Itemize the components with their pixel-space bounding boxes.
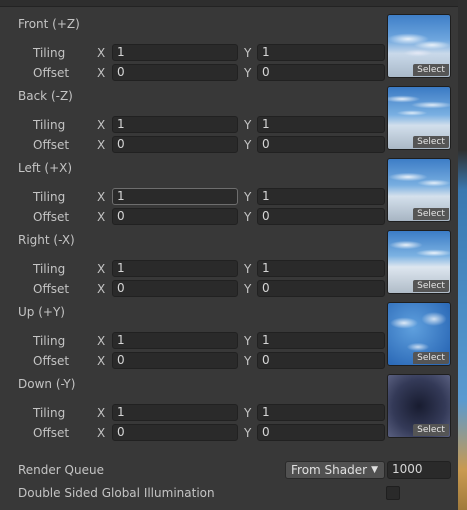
texture-thumbnail[interactable]: Select	[387, 302, 451, 366]
offset-y-field[interactable]: 0	[257, 136, 385, 153]
offset-y-field[interactable]: 0	[257, 280, 385, 297]
tiling-x-axis-label: X	[97, 190, 106, 204]
face-title: Right (-X)	[18, 233, 75, 247]
render-queue-value-field[interactable]: 1000	[387, 461, 451, 479]
tiling-x-field[interactable]: 1	[112, 188, 238, 205]
select-texture-button[interactable]: Select	[413, 208, 449, 220]
tiling-y-field[interactable]: 1	[257, 44, 385, 61]
tiling-y-field[interactable]: 1	[257, 332, 385, 349]
tiling-x-axis-label: X	[97, 118, 106, 132]
material-inspector-panel: Front (+Z) Tiling X 1 Y 1 Offset X 0 Y 0…	[0, 0, 458, 510]
offset-x-axis-label: X	[97, 282, 106, 296]
offset-x-axis-label: X	[97, 66, 106, 80]
tiling-y-field[interactable]: 1	[257, 116, 385, 133]
face-right-section: Right (-X) Tiling X 1 Y 1 Offset X 0 Y 0…	[0, 230, 458, 305]
tiling-y-axis-label: Y	[244, 262, 252, 276]
offset-x-axis-label: X	[97, 354, 106, 368]
face-up-section: Up (+Y) Tiling X 1 Y 1 Offset X 0 Y 0 Se…	[0, 302, 458, 377]
offset-label: Offset	[33, 210, 70, 224]
tiling-y-axis-label: Y	[244, 334, 252, 348]
tiling-x-field[interactable]: 1	[112, 44, 238, 61]
tiling-label: Tiling	[33, 118, 66, 132]
tiling-x-field[interactable]: 1	[112, 332, 238, 349]
texture-thumbnail[interactable]: Select	[387, 86, 451, 150]
offset-x-field[interactable]: 0	[112, 280, 238, 297]
offset-label: Offset	[33, 66, 70, 80]
tiling-x-field[interactable]: 1	[112, 260, 238, 277]
offset-y-axis-label: Y	[244, 282, 252, 296]
tiling-label: Tiling	[33, 406, 66, 420]
offset-x-axis-label: X	[97, 426, 106, 440]
render-queue-label: Render Queue	[18, 463, 104, 477]
tiling-x-axis-label: X	[97, 46, 106, 60]
texture-thumbnail[interactable]: Select	[387, 158, 451, 222]
face-title: Up (+Y)	[18, 305, 65, 319]
offset-x-field[interactable]: 0	[112, 352, 238, 369]
offset-y-field[interactable]: 0	[257, 208, 385, 225]
offset-x-field[interactable]: 0	[112, 64, 238, 81]
face-title: Front (+Z)	[18, 17, 80, 31]
offset-x-axis-label: X	[97, 138, 106, 152]
texture-thumbnail[interactable]: Select	[387, 230, 451, 294]
select-texture-button[interactable]: Select	[413, 64, 449, 76]
offset-x-field[interactable]: 0	[112, 424, 238, 441]
face-front-section: Front (+Z) Tiling X 1 Y 1 Offset X 0 Y 0…	[0, 14, 458, 89]
tiling-x-field[interactable]: 1	[112, 404, 238, 421]
select-texture-button[interactable]: Select	[413, 352, 449, 364]
offset-y-axis-label: Y	[244, 426, 252, 440]
offset-y-axis-label: Y	[244, 354, 252, 368]
tiling-y-axis-label: Y	[244, 118, 252, 132]
double-sided-gi-label: Double Sided Global Illumination	[18, 486, 215, 500]
offset-y-field[interactable]: 0	[257, 424, 385, 441]
offset-y-axis-label: Y	[244, 138, 252, 152]
offset-label: Offset	[33, 354, 70, 368]
select-texture-button[interactable]: Select	[413, 280, 449, 292]
tiling-y-axis-label: Y	[244, 46, 252, 60]
tiling-x-field[interactable]: 1	[112, 116, 238, 133]
select-texture-button[interactable]: Select	[413, 136, 449, 148]
scene-view-edge	[458, 0, 467, 510]
tiling-x-axis-label: X	[97, 262, 106, 276]
face-title: Left (+X)	[18, 161, 73, 175]
dropdown-arrow-icon: ▼	[371, 465, 378, 475]
tiling-x-axis-label: X	[97, 406, 106, 420]
offset-y-field[interactable]: 0	[257, 352, 385, 369]
tiling-y-field[interactable]: 1	[257, 188, 385, 205]
offset-y-field[interactable]: 0	[257, 64, 385, 81]
offset-y-axis-label: Y	[244, 210, 252, 224]
double-sided-gi-checkbox[interactable]	[386, 486, 400, 500]
tiling-y-field[interactable]: 1	[257, 404, 385, 421]
face-left-section: Left (+X) Tiling X 1 Y 1 Offset X 0 Y 0 …	[0, 158, 458, 233]
tiling-y-field[interactable]: 1	[257, 260, 385, 277]
offset-label: Offset	[33, 282, 70, 296]
face-back-section: Back (-Z) Tiling X 1 Y 1 Offset X 0 Y 0 …	[0, 86, 458, 161]
texture-thumbnail[interactable]: Select	[387, 374, 451, 438]
tiling-label: Tiling	[33, 46, 66, 60]
tiling-label: Tiling	[33, 262, 66, 276]
face-title: Down (-Y)	[18, 377, 76, 391]
offset-y-axis-label: Y	[244, 66, 252, 80]
offset-label: Offset	[33, 138, 70, 152]
tiling-x-axis-label: X	[97, 334, 106, 348]
render-queue-mode: From Shader	[291, 463, 368, 477]
offset-label: Offset	[33, 426, 70, 440]
offset-x-axis-label: X	[97, 210, 106, 224]
face-down-section: Down (-Y) Tiling X 1 Y 1 Offset X 0 Y 0 …	[0, 374, 458, 449]
render-queue-dropdown[interactable]: From Shader ▼	[285, 461, 385, 479]
tiling-y-axis-label: Y	[244, 190, 252, 204]
select-texture-button[interactable]: Select	[413, 424, 449, 436]
tiling-y-axis-label: Y	[244, 406, 252, 420]
tiling-label: Tiling	[33, 190, 66, 204]
inspector-header-strip	[0, 0, 458, 7]
tiling-label: Tiling	[33, 334, 66, 348]
face-title: Back (-Z)	[18, 89, 73, 103]
offset-x-field[interactable]: 0	[112, 136, 238, 153]
texture-thumbnail[interactable]: Select	[387, 14, 451, 78]
offset-x-field[interactable]: 0	[112, 208, 238, 225]
